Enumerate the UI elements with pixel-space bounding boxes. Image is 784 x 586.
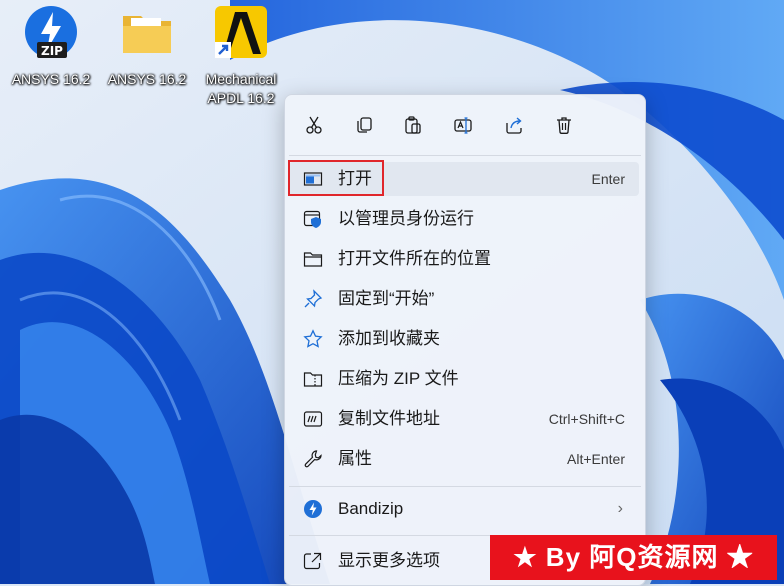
- folder-outline-icon: [303, 249, 323, 269]
- path-copy-icon: [303, 409, 323, 429]
- desktop-icon-label: Mechanical APDL 16.2: [205, 71, 277, 106]
- svg-text:ZIP: ZIP: [41, 44, 63, 58]
- desktop-icon-label: ANSYS 16.2: [107, 71, 187, 87]
- desktop-icon-label: ANSYS 16.2: [11, 71, 91, 87]
- menu-item-label: 复制文件地址: [338, 409, 440, 428]
- menu-item-shortcut: Enter: [591, 171, 625, 187]
- trash-icon: [557, 117, 571, 134]
- menu-item-compress-zip[interactable]: 压缩为 ZIP 文件: [289, 362, 639, 396]
- menu-item-label: 属性: [338, 449, 372, 468]
- folder-icon: [119, 4, 175, 60]
- menu-item-label: 压缩为 ZIP 文件: [338, 369, 459, 388]
- admin-shield-icon: [303, 209, 323, 229]
- cut-button[interactable]: [298, 109, 330, 141]
- menu-item-label: 固定到“开始”: [338, 289, 435, 308]
- menu-item-label: 以管理员身份运行: [338, 209, 474, 228]
- menu-item-run-as-admin[interactable]: 以管理员身份运行: [289, 202, 639, 236]
- rename-button[interactable]: [447, 109, 479, 141]
- share-icon: [506, 117, 522, 134]
- scissors-icon: [306, 116, 322, 134]
- menu-item-open[interactable]: 打开 Enter: [289, 162, 639, 196]
- copy-button[interactable]: [348, 109, 380, 141]
- menu-item-open-file-location[interactable]: 打开文件所在的位置: [289, 242, 639, 276]
- menu-item-add-to-favorites[interactable]: 添加到收藏夹: [289, 322, 639, 356]
- paste-button[interactable]: [397, 109, 429, 141]
- open-window-icon: [303, 169, 323, 189]
- apdl-shortcut-icon: [213, 4, 269, 60]
- menu-item-label: 打开文件所在的位置: [338, 249, 491, 268]
- menu-item-bandizip[interactable]: Bandizip ›: [289, 492, 639, 526]
- delete-button[interactable]: [548, 109, 580, 141]
- menu-item-label: Bandizip: [338, 499, 404, 518]
- menu-item-copy-path[interactable]: 复制文件地址 Ctrl+Shift+C: [289, 402, 639, 436]
- bandizip-icon: [303, 499, 323, 519]
- desktop-icon-ansys-folder[interactable]: ANSYS 16.2: [104, 4, 190, 89]
- menu-item-shortcut: Alt+Enter: [567, 451, 625, 467]
- menu-item-label: 显示更多选项: [338, 551, 440, 570]
- menu-separator: [289, 155, 641, 156]
- pin-icon: [303, 289, 323, 309]
- menu-item-pin-to-start[interactable]: 固定到“开始”: [289, 282, 639, 316]
- menu-item-properties[interactable]: 属性 Alt+Enter: [289, 442, 639, 476]
- zip-archive-icon: ZIP: [23, 4, 79, 60]
- menu-item-label: 添加到收藏夹: [338, 329, 440, 348]
- paste-icon: [405, 116, 421, 134]
- wrench-icon: [303, 449, 323, 469]
- context-menu-toolbar: [285, 95, 645, 155]
- watermark-banner: ★ By 阿Q资源网 ★: [490, 535, 777, 580]
- chevron-right-icon: ›: [617, 500, 623, 517]
- zip-folder-icon: [303, 369, 323, 389]
- more-options-icon: [303, 551, 323, 571]
- menu-separator: [289, 486, 641, 487]
- menu-item-shortcut: Ctrl+Shift+C: [548, 411, 625, 427]
- share-button[interactable]: [498, 109, 530, 141]
- desktop-icon-ansys-zip[interactable]: ZIP ANSYS 16.2: [8, 4, 94, 89]
- desktop-icon-mechanical-apdl[interactable]: Mechanical APDL 16.2: [198, 4, 284, 108]
- rename-icon: [454, 117, 472, 134]
- menu-item-label: 打开: [338, 169, 372, 188]
- copy-icon: [357, 117, 372, 133]
- star-icon: [303, 329, 323, 349]
- context-menu: 打开 Enter 以管理员身份运行 打开文件所在的位置 固定到“开始” 添加到收…: [284, 94, 646, 586]
